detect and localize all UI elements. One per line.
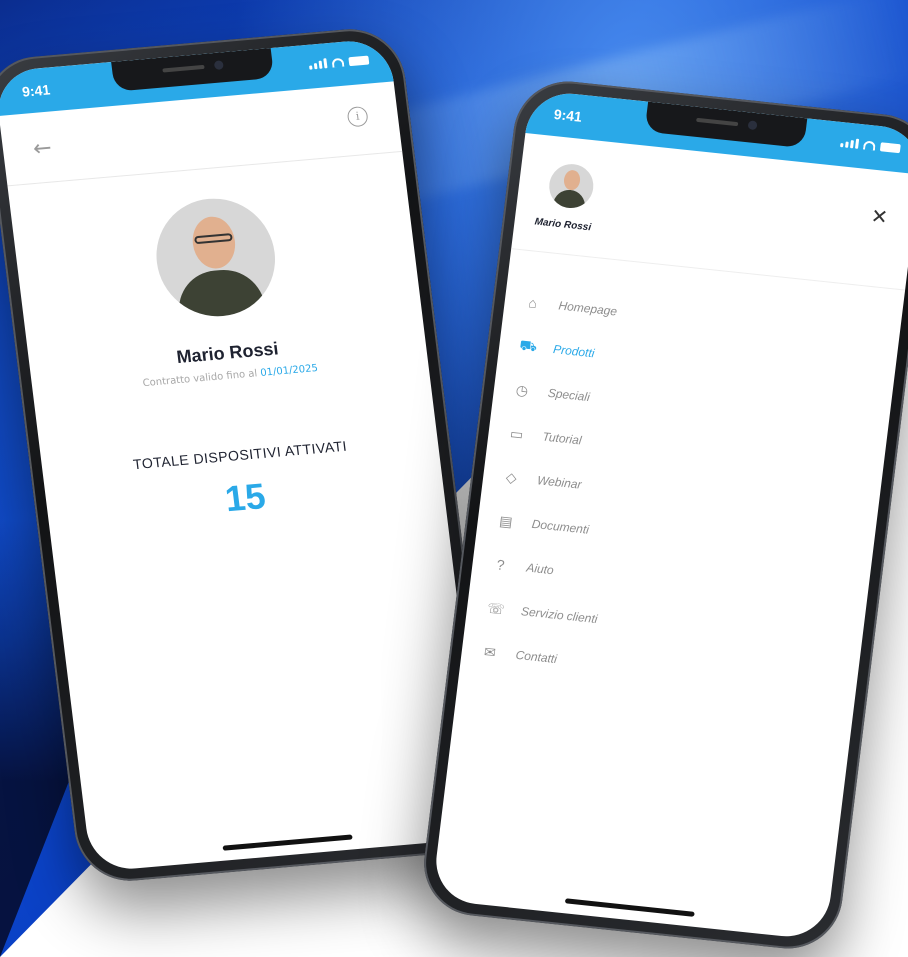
speaker <box>162 64 205 73</box>
avatar-body <box>552 188 587 211</box>
menu-item-label: Servizio clienti <box>520 604 599 627</box>
home-indicator[interactable] <box>222 834 353 851</box>
avatar <box>149 193 282 322</box>
battery-icon <box>348 55 370 66</box>
avatar-body <box>174 266 268 322</box>
home-indicator[interactable] <box>564 898 695 917</box>
cart-icon: ⛟ <box>518 336 539 354</box>
navigation-menu: ⌂ Homepage ⛟ Prodotti ◷ Speciali ▭ Tutor… <box>479 280 637 685</box>
speaker <box>696 117 739 127</box>
profile-screen: 9:41 ← i Mario Rossi Contratto valido fi… <box>0 37 487 873</box>
signal-icon <box>308 58 328 70</box>
status-time: 9:41 <box>21 81 52 100</box>
menu-user-name: Mario Rossi <box>533 216 592 234</box>
menu-item-label: Speciali <box>547 385 591 405</box>
system-icons <box>840 137 901 153</box>
help-icon: ? <box>495 556 506 574</box>
menu-item-label: Contatti <box>514 647 558 667</box>
clock-icon: ◷ <box>515 380 530 399</box>
menu-screen: 9:41 Mario Rossi ✕ ⌂ Homepage ⛟ Prodotti… <box>431 89 908 941</box>
battery-icon <box>879 141 901 153</box>
system-icons <box>308 55 370 70</box>
wifi-icon <box>331 57 345 68</box>
camera <box>747 120 758 131</box>
contact-icon: ✉ <box>483 643 497 661</box>
document-icon: ▤ <box>498 511 514 530</box>
info-icon[interactable]: i <box>346 105 369 128</box>
marketing-scene: 9:41 ← i Mario Rossi Contratto valido fi… <box>0 0 908 957</box>
signal-icon <box>840 137 860 149</box>
chat-icon: ◇ <box>505 468 518 486</box>
close-icon[interactable]: ✕ <box>870 204 890 230</box>
video-icon: ▭ <box>509 424 525 442</box>
status-time: 9:41 <box>552 105 583 125</box>
menu-item-label: Aiuto <box>525 560 555 578</box>
support-icon: ☏ <box>486 599 506 617</box>
wifi-icon <box>862 139 877 151</box>
camera <box>213 60 224 70</box>
contract-date: 01/01/2025 <box>259 362 319 379</box>
menu-item-label: Webinar <box>536 473 583 492</box>
menu-item-label: Homepage <box>557 298 618 319</box>
home-icon: ⌂ <box>527 294 538 312</box>
menu-item-label: Documenti <box>530 516 590 537</box>
menu-item-label: Prodotti <box>552 342 596 361</box>
back-arrow-icon[interactable]: ← <box>32 136 53 162</box>
avatar-head <box>562 169 582 191</box>
menu-item-label: Tutorial <box>541 429 583 448</box>
contract-prefix: Contratto valido fino al <box>142 368 258 390</box>
menu-avatar <box>546 161 596 211</box>
